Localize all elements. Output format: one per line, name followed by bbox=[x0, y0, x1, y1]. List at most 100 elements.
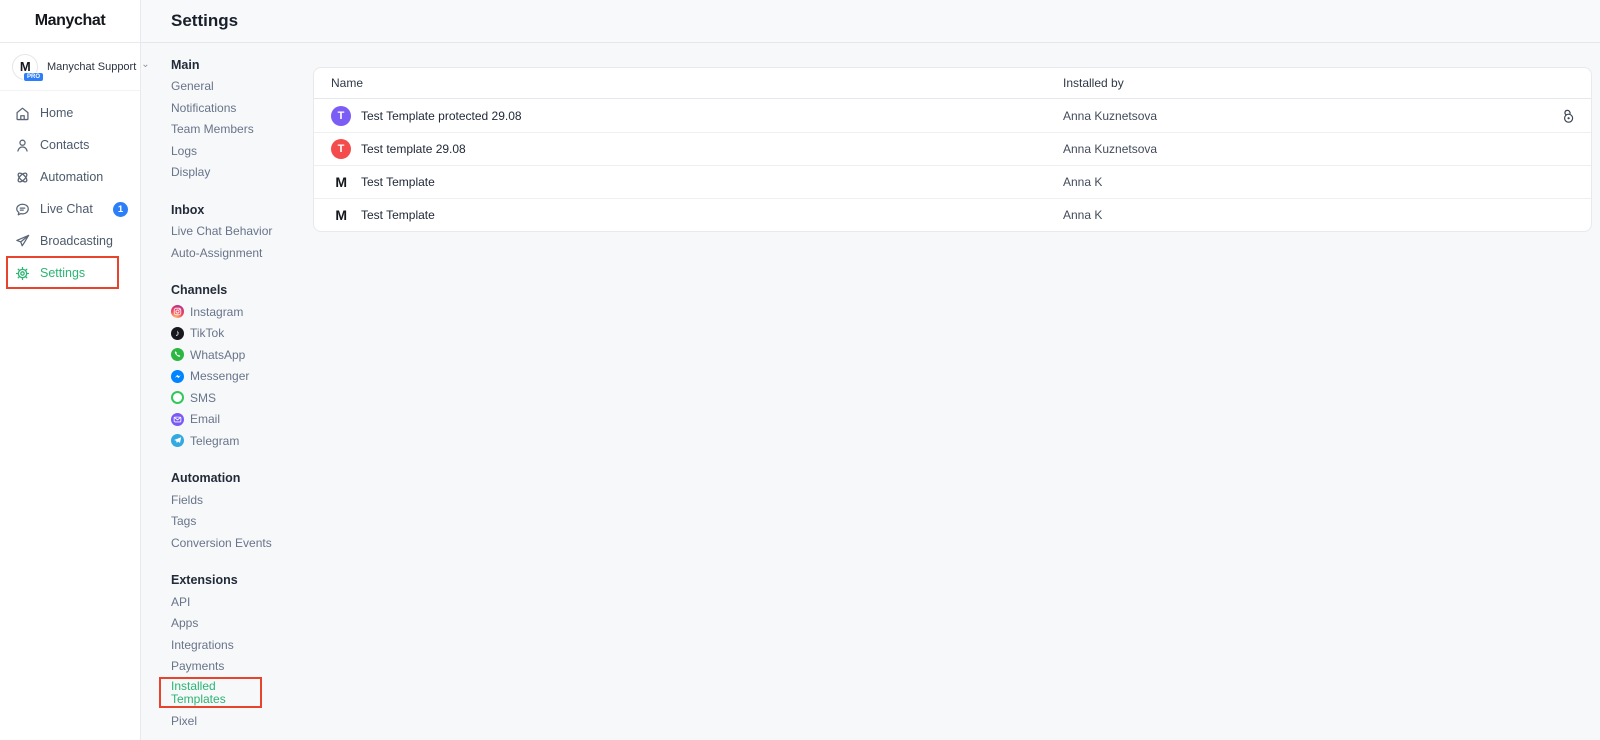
installed-by: Anna Kuznetsova bbox=[1063, 142, 1549, 156]
settings-nav-item-label: Instagram bbox=[190, 305, 243, 319]
settings-nav-item-email[interactable]: Email bbox=[171, 409, 313, 431]
sidebar-item-automation[interactable]: Automation bbox=[0, 161, 140, 193]
settings-nav-item-tiktok[interactable]: ♪ TikTok bbox=[171, 323, 313, 345]
settings-nav-item-label: Auto-Assignment bbox=[171, 246, 262, 260]
settings-nav-item-label: Live Chat Behavior bbox=[171, 224, 272, 238]
settings-nav-item-label: General bbox=[171, 79, 214, 93]
settings-nav-item-integrations[interactable]: Integrations bbox=[171, 634, 313, 656]
unlocked-padlock-icon bbox=[1559, 107, 1577, 125]
settings-nav-item-payments[interactable]: Payments bbox=[171, 656, 313, 678]
home-icon bbox=[14, 105, 31, 122]
page-header: Settings bbox=[141, 0, 1600, 43]
settings-nav-item-api[interactable]: API bbox=[171, 591, 313, 613]
settings-nav-item-label: Email bbox=[190, 412, 220, 426]
settings-nav-item-apps[interactable]: Apps bbox=[171, 613, 313, 635]
settings-section-inbox: Inbox bbox=[171, 199, 313, 221]
settings-nav-item-label: Payments bbox=[171, 659, 224, 673]
settings-nav-item-label: Logs bbox=[171, 144, 197, 158]
template-letter-avatar: T bbox=[331, 139, 351, 159]
table-header-row: Name Installed by bbox=[314, 68, 1591, 99]
settings-nav-item-conversion-events[interactable]: Conversion Events bbox=[171, 532, 313, 554]
settings-nav-item-label: Team Members bbox=[171, 122, 254, 136]
page-title: Settings bbox=[171, 11, 238, 31]
sidebar-item-contacts[interactable]: Contacts bbox=[0, 129, 140, 161]
settings-nav-item-fields[interactable]: Fields bbox=[171, 489, 313, 511]
manychat-template-icon: M bbox=[331, 205, 351, 225]
workspace-name: Manychat Support bbox=[47, 61, 136, 73]
settings-nav-item-display[interactable]: Display bbox=[171, 162, 313, 184]
settings-nav-item-label: Fields bbox=[171, 493, 203, 507]
settings-nav-item-label: Messenger bbox=[190, 369, 249, 383]
brand-logo: Manychat bbox=[0, 0, 140, 43]
settings-nav-item-label: TikTok bbox=[190, 326, 224, 340]
installed-templates-table: Name Installed by T Test Template protect… bbox=[313, 67, 1592, 232]
sidebar-item-live-chat[interactable]: Live Chat 1 bbox=[0, 193, 140, 225]
settings-nav-item-telegram[interactable]: Telegram bbox=[171, 430, 313, 452]
table-row[interactable]: MTest TemplateAnna K bbox=[314, 165, 1591, 198]
table-row[interactable]: T Test template 29.08 Anna Kuznetsova bbox=[314, 132, 1591, 165]
settings-nav-item-label: Integrations bbox=[171, 638, 234, 652]
messenger-icon bbox=[171, 370, 184, 383]
pro-badge: PRO bbox=[23, 72, 44, 82]
sidebar-item-broadcasting[interactable]: Broadcasting bbox=[0, 225, 140, 257]
template-name: Test Template bbox=[361, 175, 435, 189]
broadcasting-icon bbox=[14, 233, 31, 250]
live-chat-count-badge: 1 bbox=[113, 202, 128, 217]
settings-nav-item-instagram[interactable]: Instagram bbox=[171, 301, 313, 323]
workspace-selector[interactable]: M PRO Manychat Support ⌄ bbox=[0, 43, 140, 91]
table-row[interactable]: M Test Template Anna K bbox=[314, 198, 1591, 231]
settings-nav-item-live-chat-behavior[interactable]: Live Chat Behavior bbox=[171, 221, 313, 243]
settings-nav-item-label: Conversion Events bbox=[171, 536, 272, 550]
settings-section-automation: Automation bbox=[171, 468, 313, 490]
settings-nav-item-messenger[interactable]: Messenger bbox=[171, 366, 313, 388]
column-header-installed-by: Installed by bbox=[1063, 76, 1549, 90]
installed-by: Anna Kuznetsova bbox=[1063, 109, 1549, 123]
settings-nav-item-pixel[interactable]: Pixel bbox=[171, 710, 313, 732]
sidebar-item-label: Contacts bbox=[40, 138, 89, 152]
sidebar-nav: Home Contacts Automation Live Chat 1 Broadcas… bbox=[0, 97, 140, 289]
installed-by: Anna K bbox=[1063, 208, 1549, 222]
settings-nav-item-general[interactable]: General bbox=[171, 76, 313, 98]
column-header-name: Name bbox=[331, 76, 1063, 90]
sidebar-item-label: Home bbox=[40, 106, 73, 120]
settings-nav-item-auto-assignment[interactable]: Auto-Assignment bbox=[171, 242, 313, 264]
template-name-cell: T Test template 29.08 bbox=[331, 139, 1063, 159]
automation-icon bbox=[14, 169, 31, 186]
settings-nav-item-team-members[interactable]: Team Members bbox=[171, 119, 313, 141]
sidebar-item-home[interactable]: Home bbox=[0, 97, 140, 129]
settings-nav-item-label: Installed Templates bbox=[171, 680, 251, 706]
table-body: T Test Template protected 29.08 Anna Kuzne… bbox=[314, 99, 1591, 231]
sidebar-item-label: Broadcasting bbox=[40, 234, 113, 248]
template-name: Test Template protected 29.08 bbox=[361, 109, 522, 123]
settings-nav-item-label: Notifications bbox=[171, 101, 236, 115]
table-row[interactable]: TTest Template protected 29.08Anna Kuzne… bbox=[314, 99, 1591, 132]
template-name: Test Template bbox=[361, 208, 435, 222]
settings-nav-item-label: Telegram bbox=[190, 434, 239, 448]
telegram-icon bbox=[171, 434, 184, 447]
whatsapp-icon bbox=[171, 348, 184, 361]
template-name-cell: M Test Template bbox=[331, 205, 1063, 225]
sms-icon bbox=[171, 391, 184, 404]
settings-nav-item-logs[interactable]: Logs bbox=[171, 140, 313, 162]
settings-nav-item-whatsapp[interactable]: WhatsApp bbox=[171, 344, 313, 366]
sidebar-item-label: Settings bbox=[40, 266, 85, 280]
settings-nav-item-tags[interactable]: Tags bbox=[171, 511, 313, 533]
tiktok-icon: ♪ bbox=[171, 327, 184, 340]
chevron-down-icon: ⌄ bbox=[141, 59, 149, 70]
settings-sub-nav: MainGeneralNotificationsTeam MembersLogs… bbox=[141, 43, 313, 740]
settings-nav-item-notifications[interactable]: Notifications bbox=[171, 97, 313, 119]
sidebar-item-label: Live Chat bbox=[40, 202, 93, 216]
settings-nav-item-installed-templates[interactable]: Installed Templates bbox=[171, 677, 313, 710]
contacts-icon bbox=[14, 137, 31, 154]
settings-icon bbox=[14, 265, 31, 282]
settings-nav-item-label: Tags bbox=[171, 514, 196, 528]
settings-section-channels: Channels bbox=[171, 280, 313, 302]
template-name-cell: MTest Template bbox=[331, 172, 1063, 192]
installed-by: Anna K bbox=[1063, 175, 1549, 189]
template-name: Test template 29.08 bbox=[361, 142, 466, 156]
settings-nav-item-label: Pixel bbox=[171, 714, 197, 728]
settings-nav-item-sms[interactable]: SMS bbox=[171, 387, 313, 409]
sidebar-item-settings[interactable]: Settings bbox=[0, 257, 140, 289]
protection-status-cell bbox=[1549, 107, 1577, 125]
settings-section-extensions: Extensions bbox=[171, 570, 313, 592]
